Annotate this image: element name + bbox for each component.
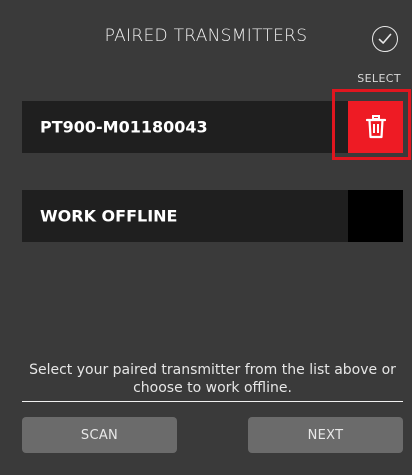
confirm-button[interactable] <box>372 26 398 52</box>
work-offline-label: WORK OFFLINE <box>40 206 178 226</box>
check-circle-icon <box>378 33 392 44</box>
work-offline-select-button[interactable] <box>348 190 403 242</box>
work-offline-row[interactable]: WORK OFFLINE <box>22 190 403 242</box>
transmitter-name: PT900-M01180043 <box>40 117 208 137</box>
next-button[interactable]: NEXT <box>248 417 403 453</box>
select-column-label: SELECT <box>357 72 401 85</box>
instruction-text: Select your paired transmitter from the … <box>29 362 396 396</box>
divider <box>22 401 403 402</box>
page-title: PAIRED TRANSMITTERS <box>104 26 308 46</box>
delete-highlight-outline <box>332 89 411 160</box>
scan-button[interactable]: SCAN <box>22 417 177 453</box>
